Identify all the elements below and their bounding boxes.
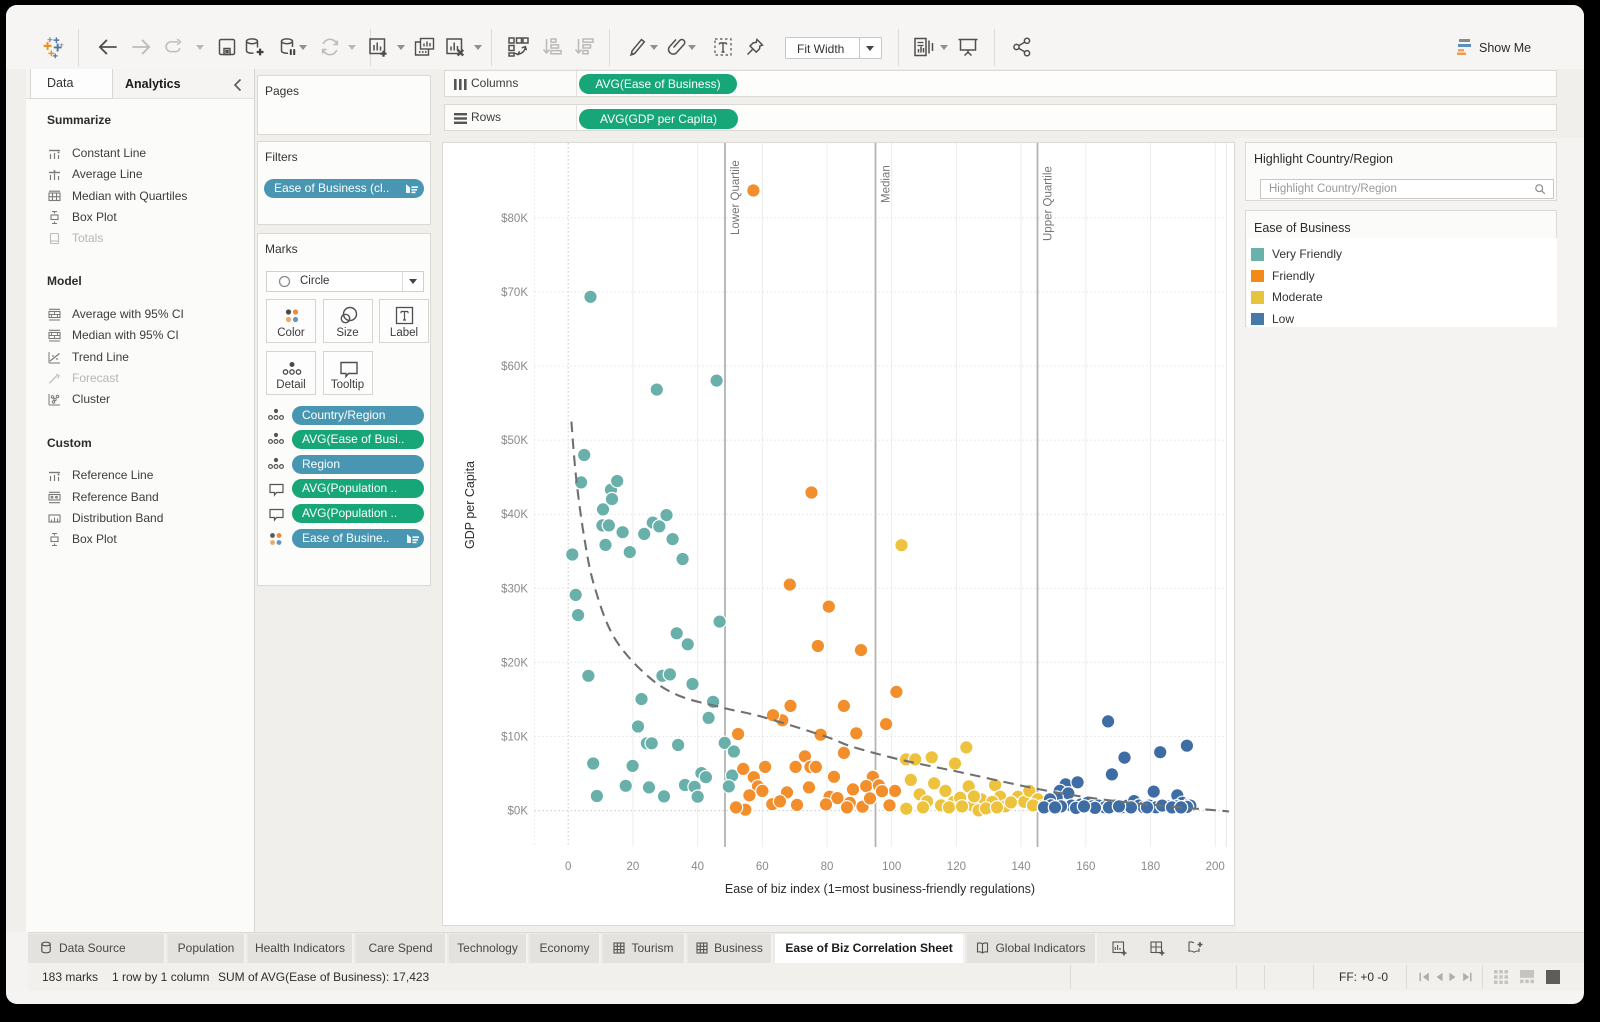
svg-text:$20K: $20K bbox=[501, 657, 528, 669]
svg-text:Upper Quartile: Upper Quartile bbox=[1043, 166, 1055, 241]
svg-text:$10K: $10K bbox=[501, 731, 528, 743]
svg-text:160: 160 bbox=[1076, 861, 1095, 873]
svg-text:$80K: $80K bbox=[501, 212, 528, 224]
svg-text:Median: Median bbox=[881, 165, 893, 203]
svg-text:$70K: $70K bbox=[501, 286, 528, 298]
svg-text:0: 0 bbox=[565, 861, 571, 873]
svg-text:$0K: $0K bbox=[508, 805, 529, 817]
svg-text:$40K: $40K bbox=[501, 509, 528, 521]
svg-text:$60K: $60K bbox=[501, 361, 528, 373]
svg-text:80: 80 bbox=[821, 861, 834, 873]
svg-text:20: 20 bbox=[627, 861, 640, 873]
svg-text:120: 120 bbox=[947, 861, 966, 873]
svg-text:200: 200 bbox=[1206, 861, 1225, 873]
svg-text:Ease of biz index (1=most busi: Ease of biz index (1=most business-frien… bbox=[725, 882, 1035, 896]
svg-text:$30K: $30K bbox=[501, 583, 528, 595]
svg-text:40: 40 bbox=[691, 861, 704, 873]
svg-text:60: 60 bbox=[756, 861, 769, 873]
svg-text:180: 180 bbox=[1141, 861, 1160, 873]
svg-text:140: 140 bbox=[1012, 861, 1031, 873]
svg-text:$50K: $50K bbox=[501, 435, 528, 447]
svg-text:Lower Quartile: Lower Quartile bbox=[730, 160, 742, 235]
svg-text:100: 100 bbox=[882, 861, 901, 873]
